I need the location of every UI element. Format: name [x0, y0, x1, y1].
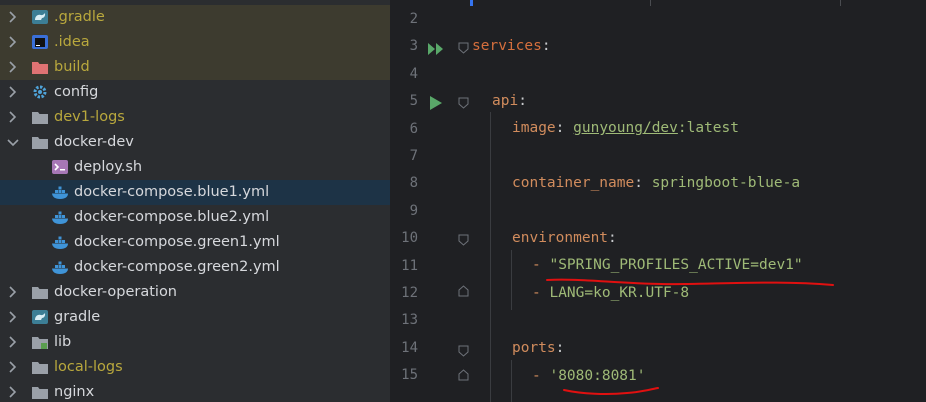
folder-icon — [32, 109, 48, 125]
tree-item-label: lib — [54, 334, 72, 350]
tree-item[interactable]: docker-dev — [0, 130, 390, 155]
line-number: 9 — [409, 202, 418, 219]
docker-icon — [52, 259, 68, 275]
chevron-right-icon[interactable] — [6, 108, 20, 126]
tree-item[interactable]: docker-compose.blue2.yml — [0, 205, 390, 230]
tree-item-label: docker-compose.blue2.yml — [74, 209, 270, 225]
line-number: 2 — [409, 11, 418, 27]
line-number: 12 — [401, 285, 418, 301]
code-editor[interactable]: 2 3 4 5 6 7 8 9 10 11 12 13 14 15 services: api: imag… — [390, 0, 926, 402]
code-line-3[interactable]: services: — [472, 38, 551, 54]
gradle-icon — [32, 309, 48, 325]
chevron-right-icon[interactable] — [6, 33, 20, 51]
line-number: 6 — [409, 120, 418, 137]
chevron-down-icon[interactable] — [6, 133, 20, 151]
tree-item[interactable]: nginx — [0, 380, 390, 402]
line-number: 4 — [409, 65, 418, 82]
shell-script-icon — [52, 159, 68, 175]
fold-marker-icon[interactable] — [458, 42, 469, 54]
fold-marker-icon[interactable] — [458, 345, 469, 357]
code-line-14[interactable]: ports: — [512, 340, 564, 356]
tree-item-label: .idea — [54, 34, 90, 50]
fold-marker-icon[interactable] — [458, 234, 469, 246]
folder-icon — [32, 284, 48, 300]
line-number: 10 — [401, 230, 418, 247]
tree-item-label: dev1-logs — [54, 109, 125, 125]
chevron-right-icon[interactable] — [6, 383, 20, 401]
editor-top-separator — [840, 0, 841, 6]
tree-item[interactable]: local-logs — [0, 355, 390, 380]
folder-icon — [32, 134, 48, 150]
line-number: 11 — [401, 257, 418, 274]
tree-item-label: nginx — [54, 384, 95, 400]
folder-icon — [32, 359, 48, 375]
tree-item[interactable]: docker-operation — [0, 280, 390, 305]
run-service-icon[interactable] — [429, 95, 443, 111]
tree-item-label: docker-compose.green2.yml — [74, 259, 280, 275]
line-number: 5 — [409, 93, 418, 110]
tree-item[interactable]: docker-compose.blue1.yml — [0, 180, 390, 205]
tree-item-label: docker-dev — [54, 134, 134, 150]
code-line-8[interactable]: container_name: springboot-blue-a — [512, 175, 800, 191]
idea-folder-icon — [32, 34, 48, 50]
line-number: 15 — [401, 367, 418, 384]
tree-item[interactable]: config — [0, 80, 390, 105]
fold-end-marker-icon[interactable] — [458, 285, 469, 297]
tree-item-label: local-logs — [54, 359, 123, 375]
line-number: 13 — [401, 312, 418, 329]
chevron-right-icon[interactable] — [6, 283, 20, 301]
tree-item-label: build — [54, 59, 90, 75]
tree-item-label: deploy.sh — [74, 159, 143, 175]
build-folder-icon — [32, 59, 48, 75]
tree-item[interactable]: dev1-logs — [0, 105, 390, 130]
tree-item-label: docker-compose.green1.yml — [74, 234, 280, 250]
tree-item-label: docker-compose.blue1.yml — [74, 184, 270, 200]
tree-item[interactable]: deploy.sh — [0, 155, 390, 180]
folder-icon — [32, 384, 48, 400]
chevron-right-icon[interactable] — [6, 8, 20, 26]
tree-item[interactable]: .idea — [0, 30, 390, 55]
indent-guide — [490, 112, 491, 402]
red-underline-annotation — [546, 278, 834, 286]
docker-icon — [52, 234, 68, 250]
fold-marker-icon[interactable] — [458, 97, 469, 109]
tree-item[interactable]: gradle — [0, 305, 390, 330]
code-line-15[interactable]: - '8080:8081' — [532, 368, 646, 384]
chevron-right-icon[interactable] — [6, 83, 20, 101]
tree-item[interactable]: docker-compose.green1.yml — [0, 230, 390, 255]
tree-item[interactable]: build — [0, 55, 390, 80]
tree-item-label: .gradle — [54, 9, 105, 25]
tree-item[interactable]: .gradle — [0, 5, 390, 30]
gradle-icon — [32, 9, 48, 25]
run-all-services-icon[interactable] — [427, 42, 447, 56]
code-line-10[interactable]: environment: — [512, 230, 617, 246]
chevron-right-icon[interactable] — [6, 358, 20, 376]
editor-top-separator — [650, 0, 651, 6]
tree-item[interactable]: lib — [0, 330, 390, 355]
tree-item-label: gradle — [54, 309, 101, 325]
indent-guide — [511, 250, 512, 310]
code-line-6[interactable]: image: gunyoung/dev:latest — [512, 120, 739, 136]
red-underline-annotation — [563, 387, 659, 395]
code-line-11[interactable]: - "SPRING_PROFILES_ACTIVE=dev1" — [532, 257, 803, 273]
line-number: 8 — [409, 175, 418, 192]
lib-folder-icon — [32, 334, 48, 350]
line-number: 7 — [409, 148, 418, 164]
tree-item-label: config — [54, 84, 99, 100]
fold-end-marker-icon[interactable] — [458, 369, 469, 381]
project-tree: .gradle .idea build config dev1-logs docker-d… — [0, 0, 390, 402]
chevron-right-icon[interactable] — [6, 308, 20, 326]
code-line-5[interactable]: api: — [492, 93, 527, 109]
tree-item[interactable]: docker-compose.green2.yml — [0, 255, 390, 280]
editor-top-strip — [470, 0, 473, 6]
line-number: 14 — [401, 339, 418, 356]
tree-item-label: docker-operation — [54, 284, 178, 300]
indent-guide — [511, 360, 512, 402]
chevron-right-icon[interactable] — [6, 58, 20, 76]
line-number: 3 — [409, 38, 418, 55]
config-folder-icon — [32, 84, 48, 100]
chevron-right-icon[interactable] — [6, 333, 20, 351]
docker-icon — [52, 184, 68, 200]
docker-icon — [52, 209, 68, 225]
